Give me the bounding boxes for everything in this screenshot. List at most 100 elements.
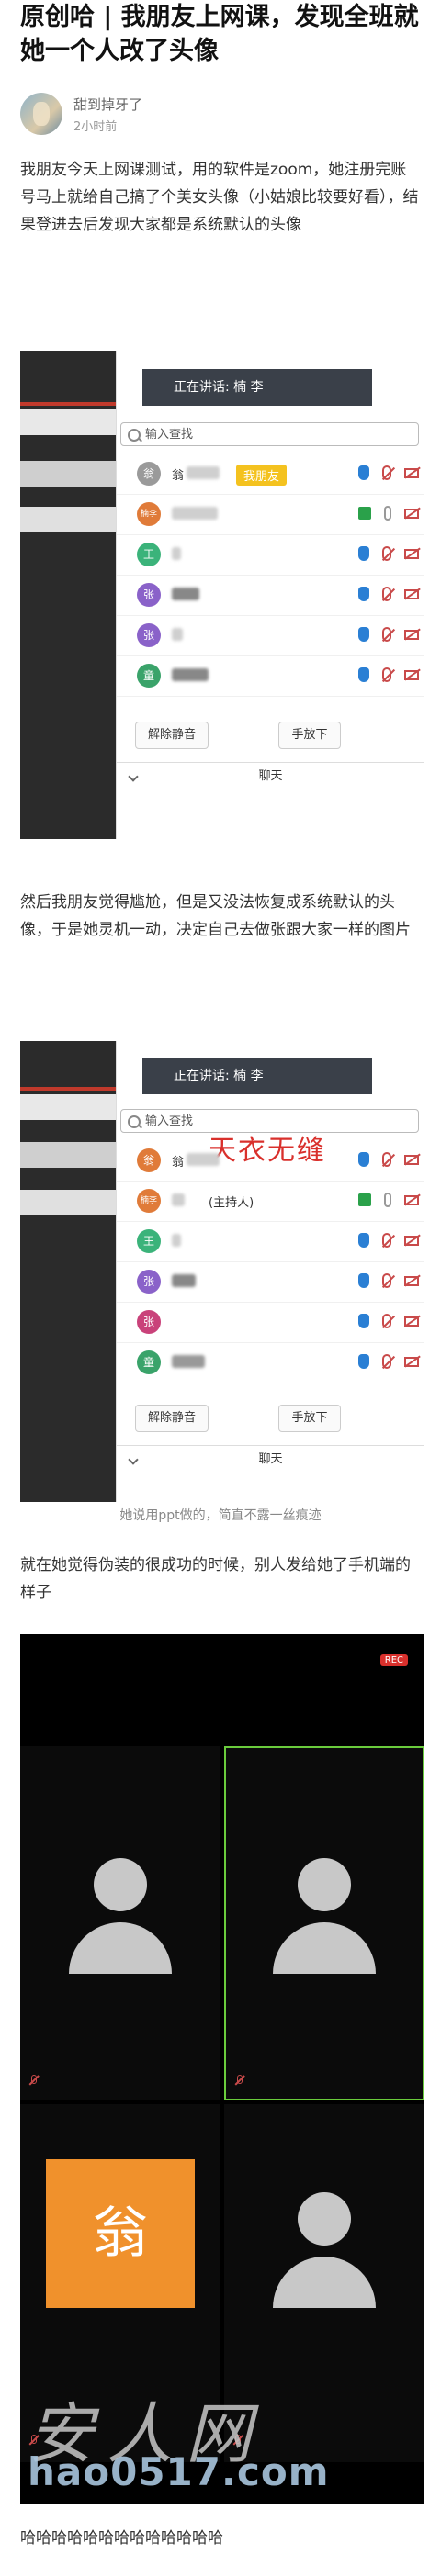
mic-icon[interactable] — [384, 1193, 391, 1207]
zoom-screenshot-1: 正在讲话: 楠 李 输入查找 翁 翁 我朋友 楠李 王 张 张 童 解除静音 手… — [20, 351, 424, 839]
mic-muted-icon[interactable] — [382, 546, 391, 561]
search-icon — [128, 1115, 141, 1128]
unmute-all-button[interactable]: 解除静音 — [135, 1405, 209, 1432]
participant-row[interactable]: 张 — [117, 1302, 424, 1343]
video-tile-active-speaker[interactable] — [224, 1746, 424, 2100]
mic-muted-icon — [29, 2075, 39, 2086]
chat-label: 聊天 — [258, 769, 283, 783]
participant-row[interactable]: 楠李 (主持人) — [117, 1181, 424, 1222]
camera-off-icon[interactable] — [404, 1276, 419, 1286]
screen-share-area — [20, 351, 116, 839]
mic-muted-icon[interactable] — [382, 1233, 391, 1248]
camera-off-icon[interactable] — [404, 468, 419, 478]
paragraph-4: 哈哈哈哈哈哈哈哈哈哈哈哈哈 — [20, 2529, 223, 2548]
raise-hand-icon — [358, 627, 369, 642]
mic-icon[interactable] — [384, 506, 391, 521]
lower-hands-button[interactable]: 手放下 — [278, 722, 341, 749]
post-time: 2小时前 — [74, 119, 118, 134]
paragraph-2: 然后我朋友觉得尴尬，但是又没法恢复成系统默认的头像，于是她灵机一动，决定自己去做… — [20, 893, 411, 939]
participant-avatar: 楠李 — [137, 502, 161, 526]
participant-avatar: 张 — [137, 583, 161, 607]
camera-off-icon[interactable] — [404, 630, 419, 640]
participant-avatar: 童 — [137, 1350, 161, 1374]
raise-hand-icon — [358, 1314, 369, 1328]
chat-label: 聊天 — [258, 1452, 283, 1466]
participant-avatar: 翁 — [137, 462, 161, 486]
participant-row[interactable]: 童 — [117, 655, 424, 697]
participant-avatar: 王 — [137, 543, 161, 566]
chat-bar[interactable]: 聊天 — [117, 1445, 424, 1473]
paragraph-1: 我朋友今天上网课测试，用的软件是zoom，她注册完账号马上就给自己搞了个美女头像… — [20, 161, 419, 234]
speaking-indicator: 正在讲话: 楠 李 — [142, 1058, 372, 1094]
participant-row[interactable]: 王 — [117, 1221, 424, 1262]
raise-hand-icon — [358, 667, 369, 682]
raise-hand-icon — [358, 1354, 369, 1369]
participant-row[interactable]: 翁 翁 我朋友 — [117, 454, 424, 495]
participant-row[interactable]: 张 — [117, 575, 424, 616]
camera-off-icon[interactable] — [404, 1316, 419, 1327]
image-caption: 她说用ppt做的，简直不露一丝痕迹 — [119, 1508, 322, 1523]
video-tile[interactable] — [20, 1746, 220, 2100]
participant-name: 翁 — [172, 1156, 185, 1170]
participant-row[interactable]: 张 — [117, 615, 424, 656]
camera-off-icon[interactable] — [404, 589, 419, 599]
author-name[interactable]: 甜到掉牙了 — [74, 95, 142, 114]
participants-panel: 正在讲话: 楠 李 输入查找 翁 翁 我朋友 楠李 王 张 张 童 解除静音 手… — [116, 351, 424, 839]
watermark-url: hao0517.com — [28, 2449, 330, 2494]
mic-muted-icon[interactable] — [382, 1354, 391, 1369]
raise-hand-icon — [358, 1152, 369, 1167]
mic-muted-icon[interactable] — [382, 1273, 391, 1288]
raise-hand-icon — [358, 1233, 369, 1248]
recording-badge: REC — [379, 1654, 408, 1666]
raise-hand-icon — [358, 546, 369, 561]
host-badge-icon — [358, 1193, 371, 1206]
mic-muted-icon[interactable] — [382, 587, 391, 601]
participant-row[interactable]: 张 — [117, 1261, 424, 1303]
camera-off-icon[interactable] — [404, 509, 419, 519]
participant-row[interactable]: 楠李 — [117, 494, 424, 535]
mic-muted-icon — [235, 2075, 244, 2086]
participant-avatar: 楠李 — [137, 1189, 161, 1213]
camera-off-icon[interactable] — [404, 549, 419, 559]
participant-row[interactable]: 翁 翁 — [117, 1140, 424, 1182]
search-placeholder: 输入查找 — [145, 428, 194, 442]
camera-off-icon[interactable] — [404, 670, 419, 680]
mic-muted-icon[interactable] — [382, 627, 391, 642]
participant-row[interactable]: 童 — [117, 1342, 424, 1383]
lower-hands-button[interactable]: 手放下 — [278, 1405, 341, 1432]
participant-avatar: 翁 — [137, 1148, 161, 1172]
camera-off-icon[interactable] — [404, 1195, 419, 1205]
search-icon — [128, 429, 141, 442]
mic-muted-icon[interactable] — [382, 667, 391, 682]
raise-hand-icon — [358, 1273, 369, 1288]
search-placeholder: 输入查找 — [145, 1114, 194, 1128]
screen-share-area — [20, 1041, 116, 1502]
friend-badge: 我朋友 — [236, 465, 288, 486]
host-badge-icon — [358, 507, 371, 520]
participant-row[interactable]: 王 — [117, 534, 424, 576]
unmute-all-button[interactable]: 解除静音 — [135, 722, 209, 749]
article-title: 原创哈 | 我朋友上网课，发现全班就她一个人改了头像 — [20, 3, 419, 65]
mic-muted-icon[interactable] — [382, 1314, 391, 1328]
mic-muted-icon[interactable] — [382, 465, 391, 480]
author-row[interactable]: 甜到掉牙了 2小时前 — [20, 92, 142, 136]
custom-avatar: 翁 — [46, 2159, 195, 2308]
author-avatar[interactable] — [20, 93, 62, 135]
camera-off-icon[interactable] — [404, 1155, 419, 1165]
paragraph-3: 就在她觉得伪装的很成功的时候，别人发给她了手机端的样子 — [20, 1556, 411, 1602]
participant-avatar: 张 — [137, 623, 161, 647]
participant-avatar: 王 — [137, 1229, 161, 1253]
camera-off-icon[interactable] — [404, 1236, 419, 1246]
chevron-down-icon — [128, 771, 139, 782]
zoom-screenshot-2: 正在讲话: 楠 李 输入查找 天衣无缝 翁 翁 楠李 (主持人) 王 张 张 童… — [20, 1041, 424, 1502]
participant-name: 翁 — [172, 469, 185, 483]
chat-bar[interactable]: 聊天 — [117, 762, 424, 790]
search-input[interactable]: 输入查找 — [120, 422, 419, 446]
raise-hand-icon — [358, 587, 369, 601]
mic-muted-icon[interactable] — [382, 1152, 391, 1167]
chevron-down-icon — [128, 1454, 139, 1465]
participant-avatar: 张 — [137, 1270, 161, 1294]
phone-gallery-screenshot: REC 翁 — [20, 1634, 424, 2504]
camera-off-icon[interactable] — [404, 1357, 419, 1367]
raise-hand-icon — [358, 465, 369, 480]
